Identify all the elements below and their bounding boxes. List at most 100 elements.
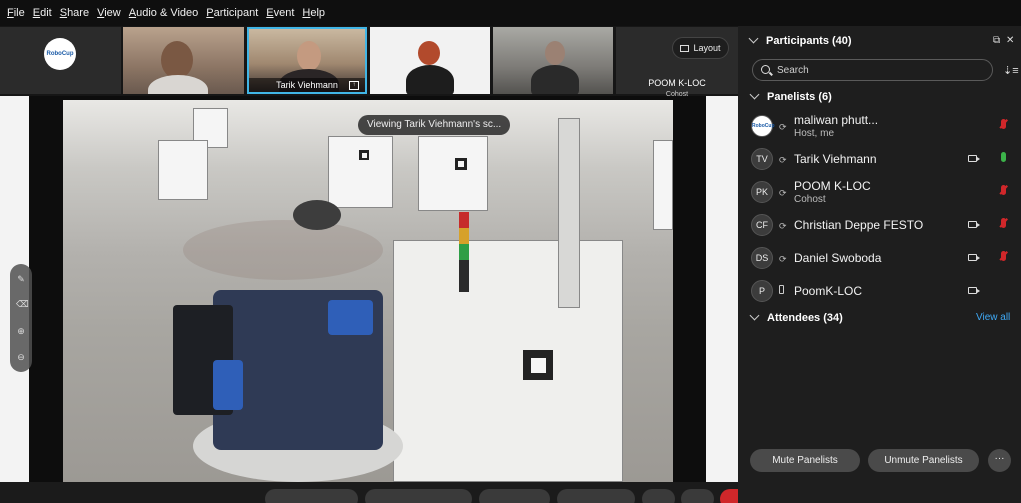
background-robot: [653, 140, 673, 230]
menu-audio-video[interactable]: Audio & Video: [125, 0, 203, 26]
background-robot: [418, 136, 488, 211]
panelist-name: POOM K-LOC: [794, 179, 871, 193]
panelist-role: Host, me: [794, 128, 835, 139]
panel-title: Participants (40): [748, 33, 852, 47]
foreground-station: [393, 240, 623, 482]
more-control-button[interactable]: [681, 489, 714, 503]
more-options-button[interactable]: ···: [988, 449, 1011, 472]
recording-icon: ⟳: [779, 188, 787, 198]
pen-icon[interactable]: ✎: [16, 274, 26, 284]
recording-icon: ⟳: [779, 155, 787, 165]
recording-icon: ⟳: [779, 254, 787, 264]
avatar: RoboCup: [751, 115, 775, 137]
panelist-name: maliwan phutt...: [794, 113, 879, 127]
camera-icon[interactable]: [968, 254, 980, 261]
panelist-name: Daniel Swoboda: [794, 251, 882, 265]
recording-icon: ⟳: [779, 122, 787, 132]
layout-icon: [680, 44, 690, 52]
menu-file[interactable]: File: [3, 0, 29, 26]
chevron-down-icon: [749, 310, 760, 321]
background-robot: [328, 136, 393, 208]
avatar: TV: [751, 148, 773, 170]
panelist-role: Cohost: [794, 194, 826, 205]
menu-share[interactable]: Share: [56, 0, 93, 26]
station-column: [558, 118, 580, 308]
search-input[interactable]: [777, 63, 977, 78]
participant-face: [161, 41, 193, 79]
phone-icon: [779, 285, 784, 294]
background-robot: [158, 140, 208, 200]
annotation-toolbar: ✎ ⌫ ⊕ ⊖: [10, 264, 32, 372]
panel-header: Participants (40) ⧉ ✕: [738, 26, 1021, 56]
thumbnail-video-active[interactable]: Tarik Viehmann ↑: [247, 27, 367, 94]
panelist-name: PoomK-LOC: [794, 284, 863, 298]
avatar: PK: [751, 181, 773, 203]
menu-edit[interactable]: Edit: [29, 0, 56, 26]
mic-muted-icon[interactable]: [1001, 218, 1006, 228]
reactions-control-button[interactable]: [642, 489, 675, 503]
participant-face: [297, 41, 321, 71]
shared-screen-view[interactable]: Viewing Tarik Viehmann's sc...: [63, 100, 673, 482]
viewing-banner: Viewing Tarik Viehmann's sc...: [358, 115, 511, 135]
menu-view[interactable]: View: [93, 0, 125, 26]
mute-panelists-button[interactable]: Mute Panelists: [750, 449, 860, 472]
panelist-name: Christian Deppe FESTO: [794, 218, 924, 232]
thumbnail-video-4[interactable]: [493, 27, 613, 94]
record-control-button[interactable]: [557, 489, 635, 503]
menu-bar: File Edit Share View Audio & Video Parti…: [0, 0, 1021, 26]
panelists-section-toggle[interactable]: Panelists (6): [749, 89, 832, 103]
panelist-row[interactable]: CF ⟳ Christian Deppe FESTO: [738, 209, 1021, 241]
participant-body: [406, 65, 454, 94]
signal-tower: [459, 212, 469, 292]
attendees-section-toggle[interactable]: Attendees (34): [749, 310, 843, 324]
camera-icon[interactable]: [968, 221, 980, 228]
video-control-button[interactable]: [365, 489, 472, 503]
search-field[interactable]: [752, 59, 993, 81]
floor-shadow: [183, 220, 383, 280]
mobile-robot: [293, 200, 341, 230]
eraser-icon[interactable]: ⌫: [16, 299, 29, 309]
panelist-row[interactable]: RoboCup ⟳ maliwan phutt... Host, me: [738, 110, 1021, 142]
avatar: P: [751, 280, 773, 302]
camera-icon[interactable]: [968, 287, 980, 294]
panelist-row[interactable]: DS ⟳ Daniel Swoboda: [738, 242, 1021, 274]
close-icon[interactable]: ✕: [1006, 35, 1014, 46]
mute-control-button[interactable]: [265, 489, 358, 503]
popout-icon[interactable]: ⧉: [993, 35, 1000, 46]
layout-button[interactable]: Layout: [672, 37, 729, 59]
participant-body: [148, 75, 208, 94]
mic-muted-icon[interactable]: [1001, 185, 1006, 195]
mic-on-icon[interactable]: [1001, 152, 1006, 162]
stage-margin-right: [706, 96, 738, 482]
robocup-logo: RoboCup: [44, 38, 76, 70]
recording-icon: ⟳: [779, 221, 787, 231]
screen-share-icon: ↑: [349, 81, 359, 90]
mic-muted-icon[interactable]: [1001, 251, 1006, 261]
zoom-in-icon[interactable]: ⊕: [16, 326, 26, 336]
unmute-panelists-button[interactable]: Unmute Panelists: [868, 449, 979, 472]
menu-event[interactable]: Event: [262, 0, 298, 26]
share-control-button[interactable]: [479, 489, 550, 503]
zoom-out-icon[interactable]: ⊖: [16, 352, 26, 362]
fiducial-marker: [455, 158, 467, 170]
thumbnail-host[interactable]: RoboCup: [0, 27, 121, 94]
menu-help[interactable]: Help: [298, 0, 329, 26]
menu-participant[interactable]: Participant: [202, 0, 262, 26]
view-all-link[interactable]: View all: [976, 312, 1010, 323]
avatar: DS: [751, 247, 773, 269]
thumbnail-video-3[interactable]: [370, 27, 490, 94]
participant-body: [531, 65, 579, 94]
participants-panel: Participants (40) ⧉ ✕ ⇣≡ Panelists (6) R…: [738, 26, 1021, 503]
thumbnail-video-1[interactable]: [123, 27, 244, 94]
panelist-row[interactable]: P PoomK-LOC: [738, 275, 1021, 307]
panelist-row[interactable]: TV ⟳ Tarik Viehmann: [738, 143, 1021, 175]
mic-muted-icon[interactable]: [1001, 119, 1006, 129]
camera-icon[interactable]: [968, 155, 980, 162]
avatar: CF: [751, 214, 773, 236]
sort-icon[interactable]: ⇣≡: [1003, 64, 1019, 77]
panelist-row[interactable]: PK ⟳ POOM K-LOC Cohost: [738, 176, 1021, 208]
search-icon: [761, 65, 770, 74]
robot-motor: [213, 360, 243, 410]
participant-hair: [418, 41, 440, 65]
main-stage: Viewing Tarik Viehmann's sc... ✎ ⌫ ⊕ ⊖: [0, 96, 738, 482]
